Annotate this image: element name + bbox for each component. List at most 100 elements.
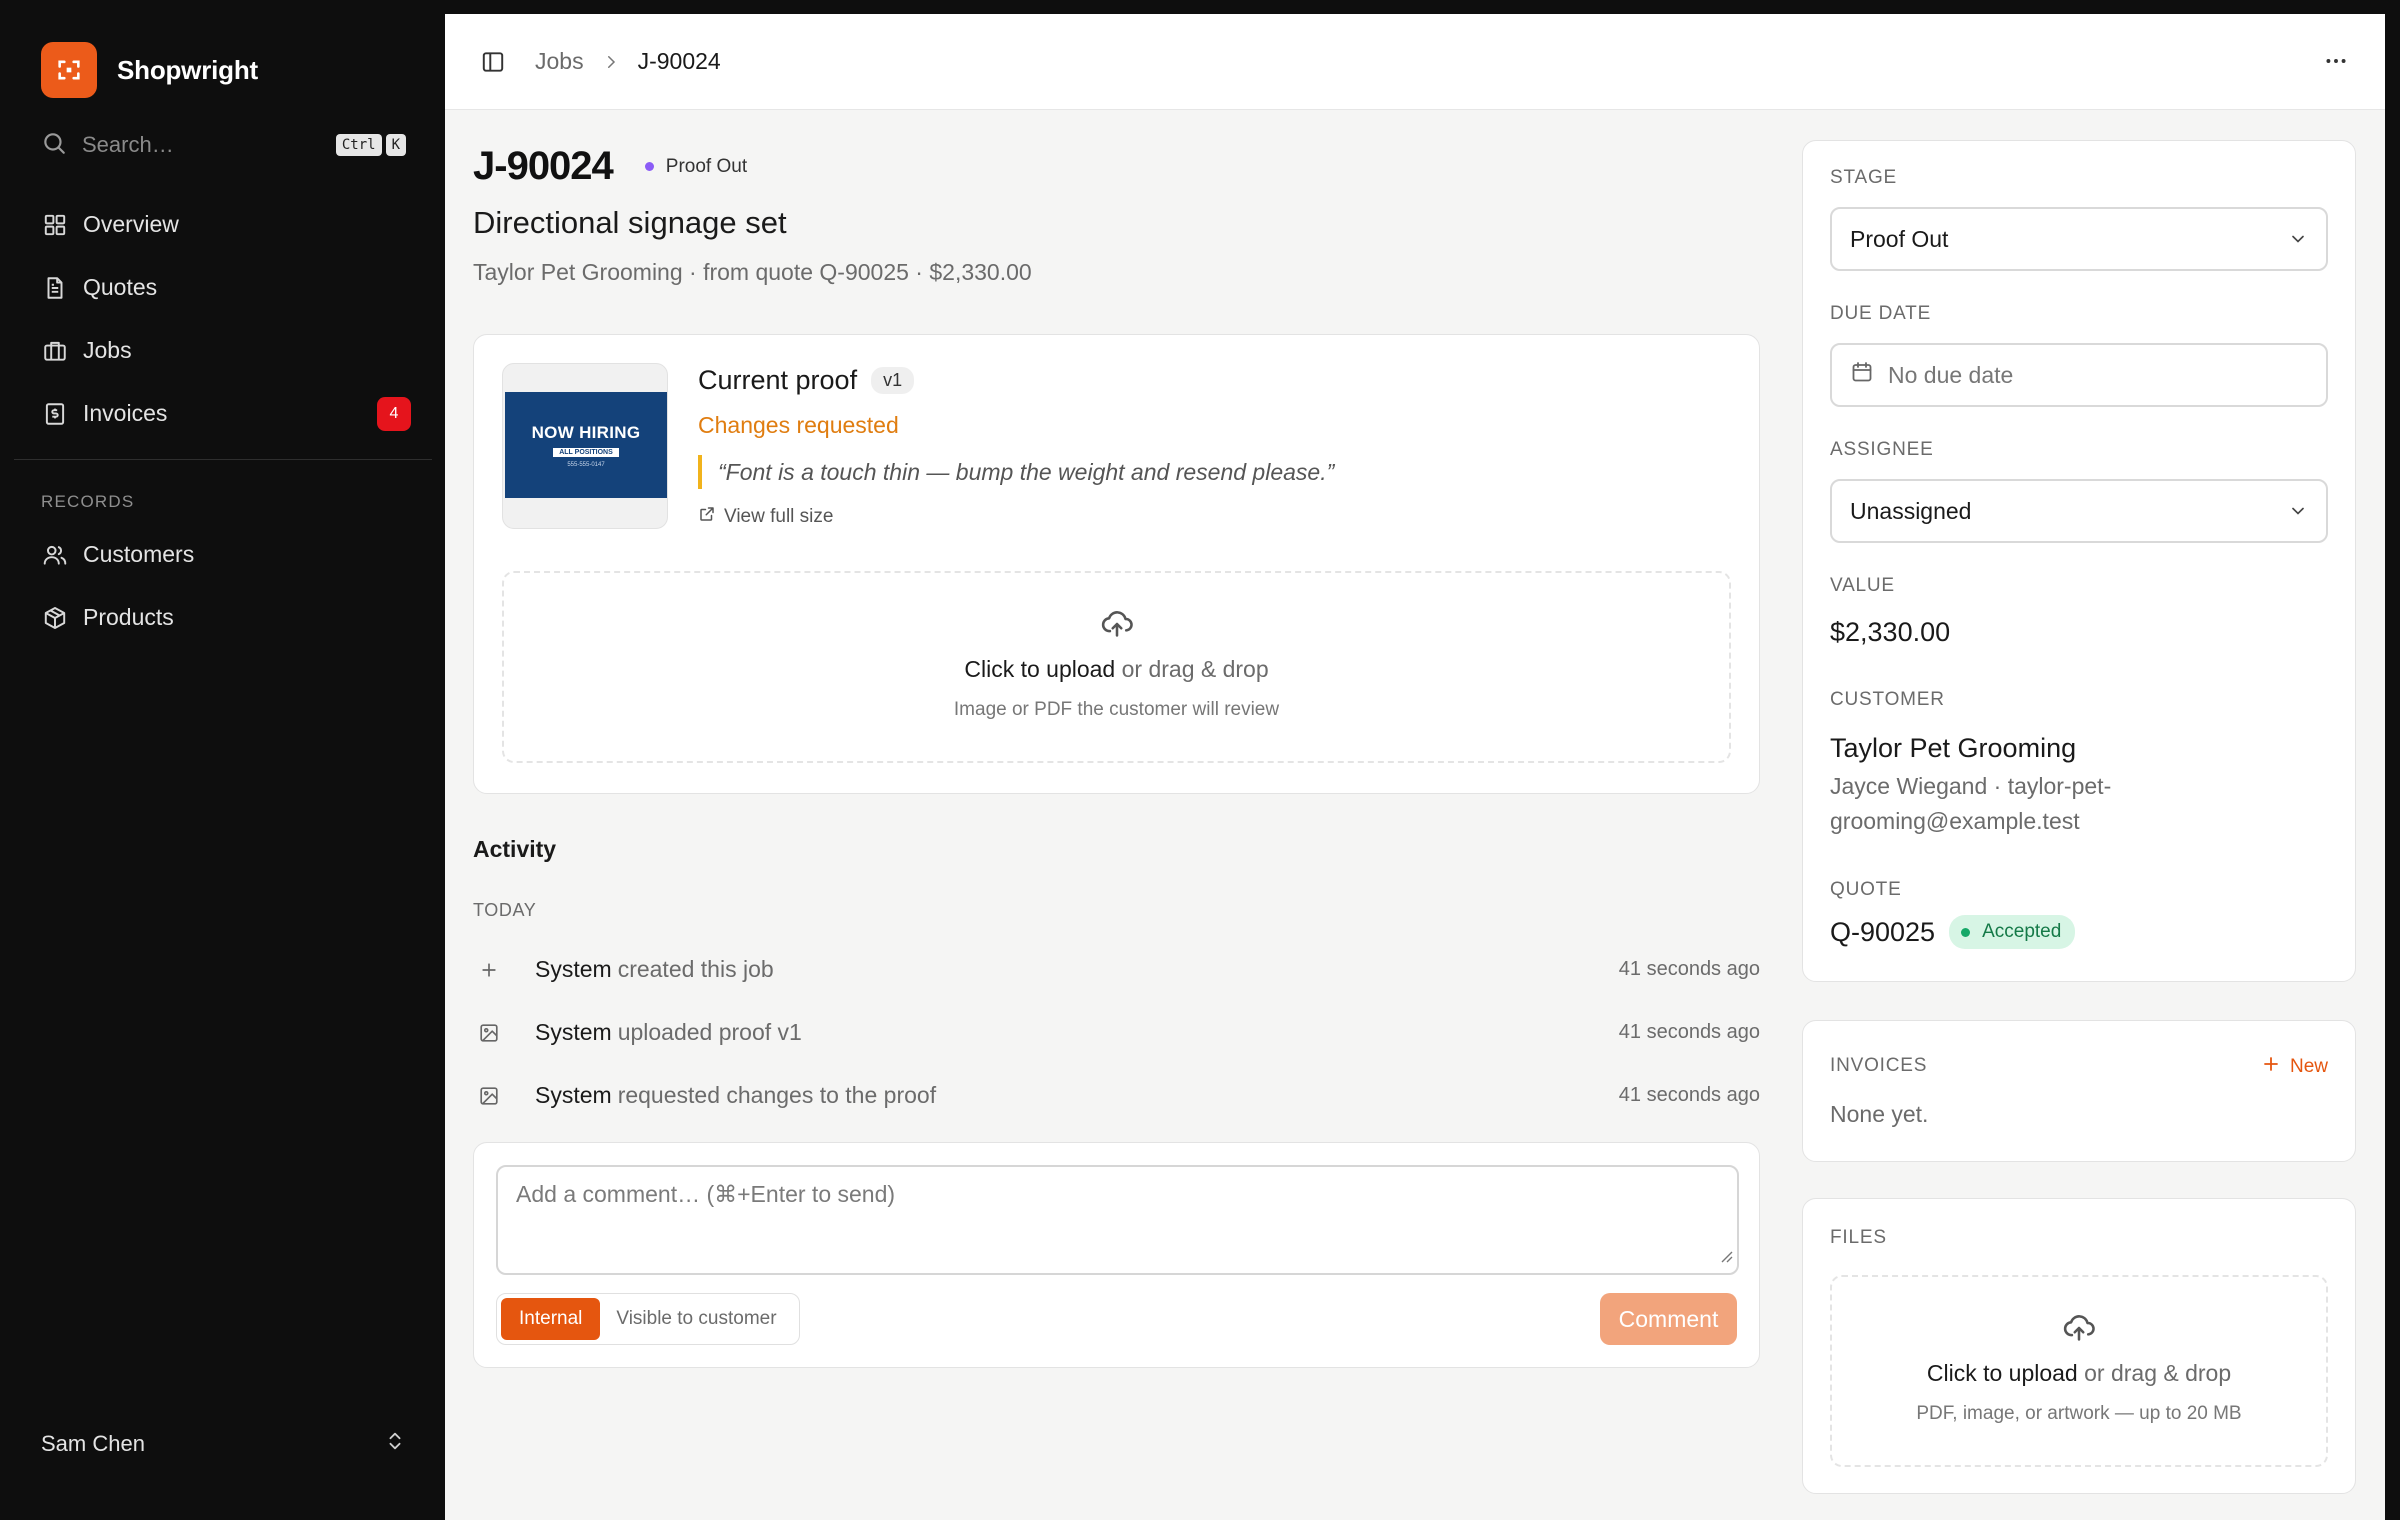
new-invoice-label: New — [2289, 1056, 2328, 1077]
activity-actor: System — [535, 1019, 612, 1045]
upload-hint: PDF, image, or artwork — up to 20 MB — [1916, 1403, 2242, 1424]
proof-thumbnail-image: NOW HIRING ALL POSITIONS 555-555-0147 — [505, 392, 667, 498]
stage-value: Proof Out — [1850, 225, 1949, 252]
upload-rest: or drag & drop — [2084, 1360, 2232, 1386]
upload-prompt: Click to upload or drag & drop — [964, 656, 1268, 683]
sidebar-item-customers[interactable]: Customers — [41, 523, 411, 586]
quote-number-link[interactable]: Q-90025 — [1830, 917, 1935, 948]
customer-label: CUSTOMER — [1830, 689, 1945, 710]
comment-submit-button[interactable]: Comment — [1600, 1293, 1737, 1345]
visibility-customer-option[interactable]: Visible to customer — [600, 1308, 794, 1330]
customer-contact: Jayce Wiegand · taylor-pet-grooming@exam… — [1830, 773, 2112, 834]
search-button[interactable]: Search… Ctrl K — [41, 125, 406, 165]
document-icon — [41, 274, 69, 302]
activity-time: 41 seconds ago — [1618, 1084, 1760, 1106]
sidebar-item-label: Quotes — [83, 274, 158, 300]
quote-label: QUOTE — [1830, 879, 1902, 900]
box-icon — [41, 604, 69, 632]
proof-thumbnail[interactable]: NOW HIRING ALL POSITIONS 555-555-0147 — [502, 363, 668, 529]
invoices-empty-state: None yet. — [1830, 1101, 1929, 1127]
chevron-right-icon — [602, 53, 620, 71]
value-label: VALUE — [1830, 575, 1895, 596]
plus-icon — [2262, 1055, 2290, 1079]
sidebar-item-products[interactable]: Products — [41, 586, 411, 649]
files-upload-dropzone[interactable]: Click to upload or drag & drop PDF, imag… — [1830, 1275, 2328, 1467]
proof-upload-dropzone[interactable]: Click to upload or drag & drop Image or … — [502, 571, 1731, 763]
assignee-select[interactable]: Unassigned — [1830, 479, 2328, 543]
search-shortcut: Ctrl K — [335, 134, 406, 156]
upload-action[interactable]: Click to upload — [1927, 1360, 2078, 1386]
due-date-picker[interactable]: No due date — [1830, 343, 2328, 407]
user-menu[interactable]: Sam Chen — [41, 1430, 406, 1458]
kbd-ctrl: Ctrl — [335, 134, 382, 156]
upload-cloud-icon — [1100, 607, 1134, 646]
version-badge: v1 — [871, 367, 915, 394]
invoice-icon — [41, 400, 69, 428]
job-title: Directional signage set — [473, 205, 787, 240]
brand-name: Shopwright — [117, 54, 258, 85]
upload-cloud-icon — [2062, 1311, 2096, 1350]
sidebar-item-overview[interactable]: Overview — [41, 193, 411, 256]
upload-hint: Image or PDF the customer will review — [953, 699, 1280, 720]
customer-name-link[interactable]: Taylor Pet Grooming — [1830, 733, 2076, 764]
activity-group-label: TODAY — [473, 900, 537, 920]
assignee-value: Unassigned — [1850, 497, 1972, 524]
invoices-label: INVOICES — [1830, 1055, 1928, 1076]
invoices-count-badge: 4 — [377, 396, 411, 431]
files-label: FILES — [1830, 1227, 1887, 1248]
upload-action[interactable]: Click to upload — [964, 656, 1115, 682]
comment-placeholder: Add a comment… (⌘+Enter to send) — [516, 1181, 896, 1207]
new-invoice-button[interactable]: New — [2262, 1055, 2328, 1079]
kbd-k: K — [385, 134, 406, 156]
stage-label: STAGE — [1830, 167, 1897, 188]
sidebar-divider — [14, 459, 432, 460]
brand[interactable]: Shopwright — [41, 42, 258, 98]
thumbnail-tag: ALL POSITIONS — [553, 447, 619, 457]
sidebar-item-invoices[interactable]: Invoices 4 — [41, 382, 411, 445]
status-dot — [1961, 927, 1971, 937]
thumbnail-headline: NOW HIRING — [531, 422, 641, 442]
search-placeholder: Search… — [82, 132, 174, 157]
main-content: Jobs J-90024 J-90024 Proof Out Direction… — [445, 14, 2385, 1520]
sidebar: Shopwright Search… Ctrl K Overview Quote… — [0, 0, 445, 1520]
job-subtitle: Taylor Pet Grooming · from quote Q-90025… — [473, 259, 1032, 285]
sidebar-item-label: Invoices — [83, 400, 168, 426]
activity-text: created this job — [617, 956, 774, 982]
sidebar-toggle-icon[interactable] — [479, 48, 507, 76]
status-badge: Proof Out — [644, 156, 747, 178]
due-date-label: DUE DATE — [1830, 303, 1932, 324]
visibility-internal-option[interactable]: Internal — [501, 1298, 601, 1340]
main-nav: Overview Quotes Jobs Invoices 4 — [41, 193, 411, 445]
chevron-down-icon — [2288, 501, 2308, 521]
resize-handle-icon[interactable] — [1719, 1242, 1733, 1269]
calendar-icon — [1850, 360, 1888, 390]
chevron-up-down-icon — [384, 1430, 406, 1458]
activity-text: requested changes to the proof — [617, 1082, 937, 1108]
breadcrumb-current: J-90024 — [637, 48, 721, 74]
proof-status: Changes requested — [698, 412, 899, 438]
proof-title: Current proof — [698, 365, 858, 395]
more-options-icon[interactable] — [2323, 48, 2349, 79]
quote-status-badge: Accepted — [1949, 915, 2076, 949]
chevron-down-icon — [2288, 229, 2308, 249]
due-date-value: No due date — [1888, 361, 2014, 388]
customer-feedback-quote: “Font is a touch thin — bump the weight … — [698, 455, 1334, 489]
breadcrumb-jobs-link[interactable]: Jobs — [535, 48, 584, 75]
job-header: J-90024 Proof Out Directional signage se… — [473, 144, 1032, 286]
activity-time: 41 seconds ago — [1618, 1021, 1760, 1043]
search-icon — [41, 130, 67, 161]
plus-icon — [475, 960, 503, 980]
activity-actor: System — [535, 1082, 612, 1108]
view-full-size-link[interactable]: View full size — [698, 505, 1334, 529]
status-dot — [644, 162, 654, 171]
briefcase-icon — [41, 337, 69, 365]
activity-item: System requested changes to the proof 41… — [473, 1064, 1760, 1127]
thumbnail-phone: 555-555-0147 — [567, 461, 605, 468]
stage-select[interactable]: Proof Out — [1830, 207, 2328, 271]
activity-heading: Activity — [473, 836, 557, 862]
comment-input[interactable]: Add a comment… (⌘+Enter to send) — [496, 1165, 1739, 1275]
sidebar-item-jobs[interactable]: Jobs — [41, 319, 411, 382]
proof-info: Current proof v1 Changes requested “Font… — [698, 365, 1334, 529]
sidebar-item-quotes[interactable]: Quotes — [41, 256, 411, 319]
image-icon — [475, 1085, 503, 1107]
